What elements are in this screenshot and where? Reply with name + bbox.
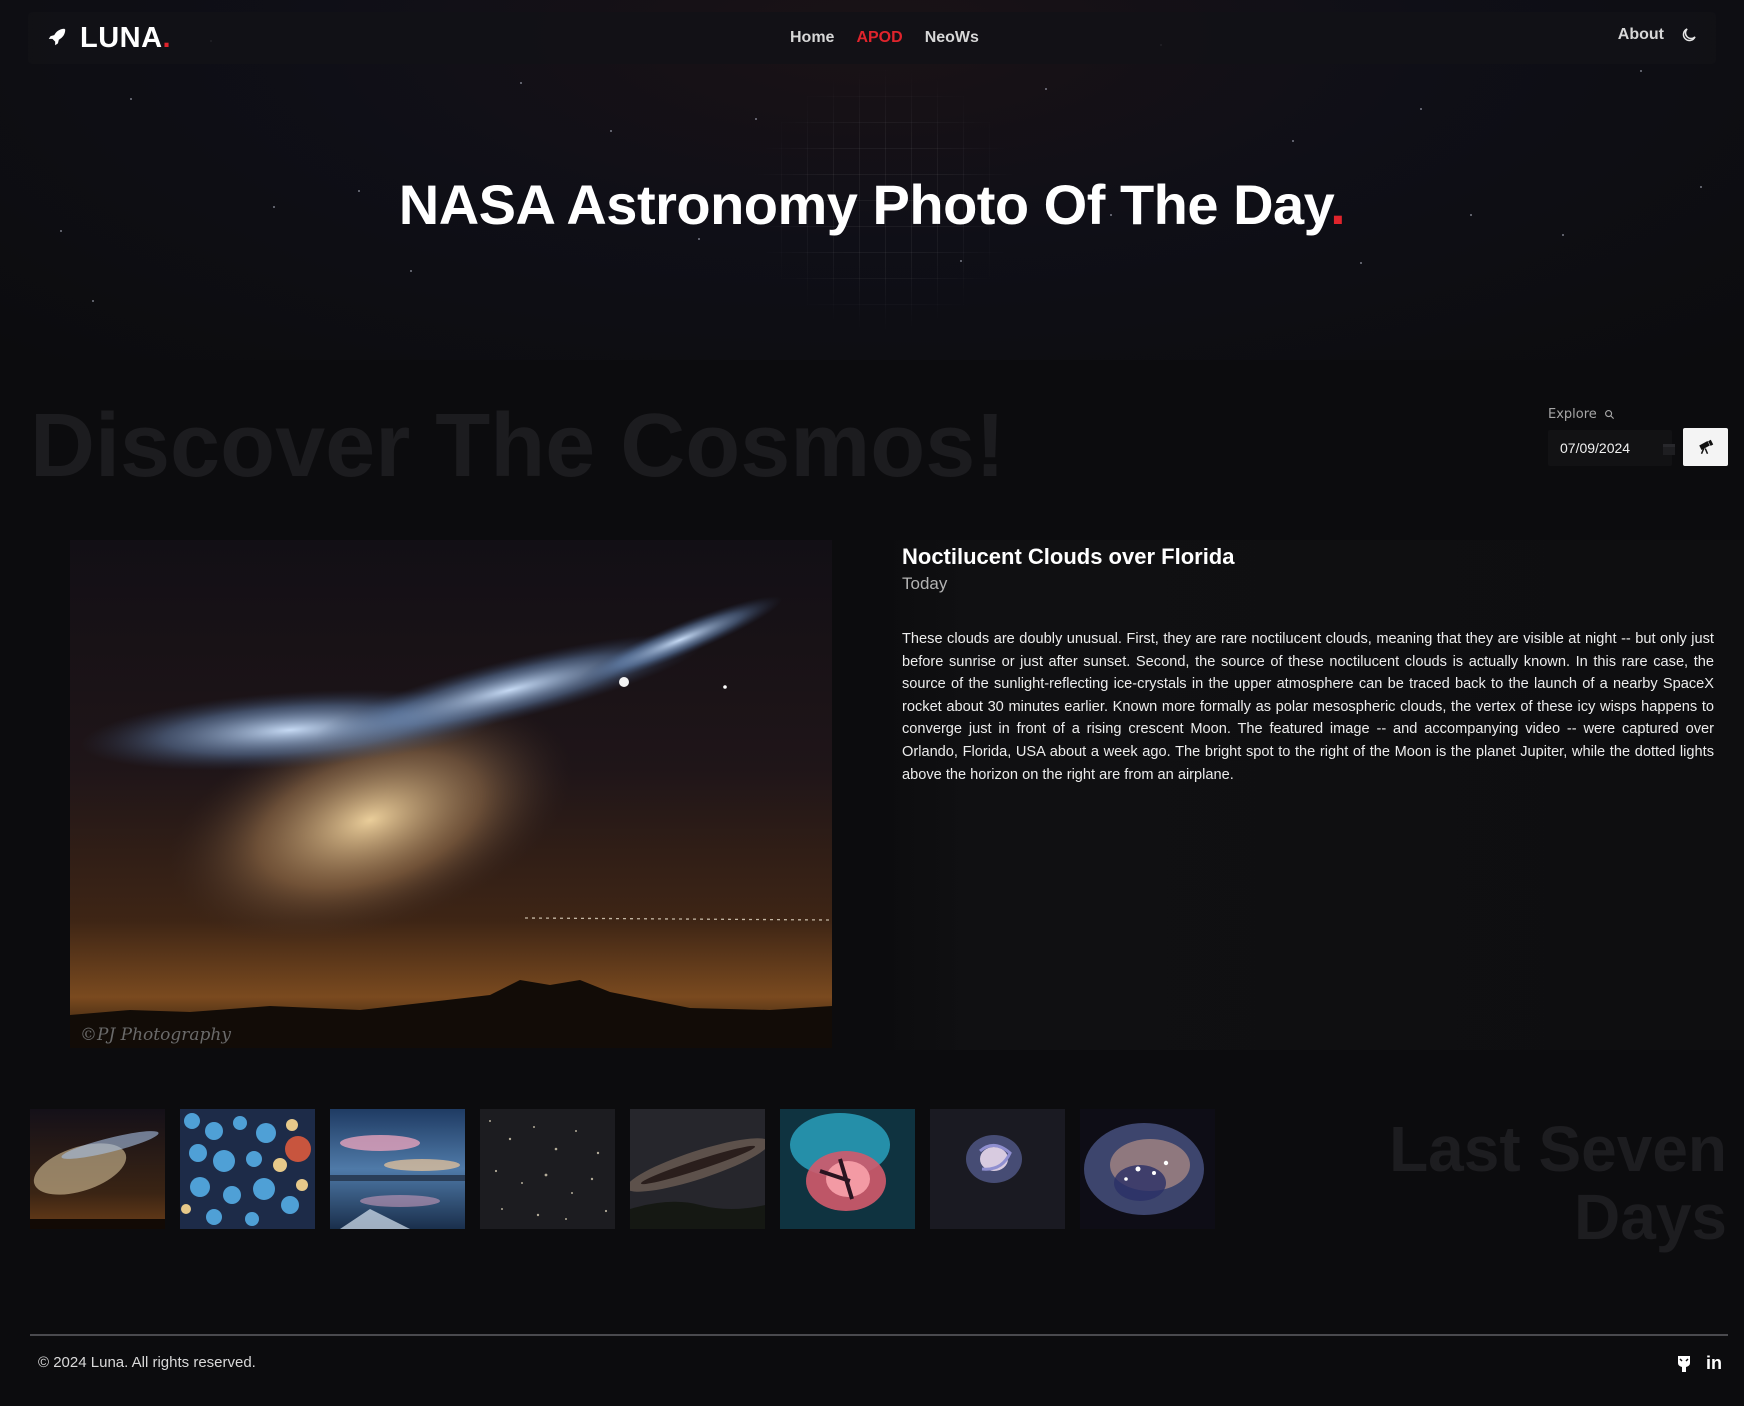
moon-icon[interactable] <box>1680 26 1698 44</box>
brand-name: LUNA. <box>80 22 172 54</box>
thumbnail-day-1[interactable] <box>30 1109 165 1229</box>
thumbnail-day-5[interactable] <box>630 1109 765 1229</box>
apod-title: Noctilucent Clouds over Florida <box>902 544 1235 569</box>
nav-link-about[interactable]: About <box>1618 26 1664 44</box>
photo-watermark: ©PJ Photography <box>80 1025 231 1045</box>
thumbnail-day-3[interactable] <box>330 1109 465 1229</box>
thumbnail-day-2[interactable] <box>180 1109 315 1229</box>
nav-link-apod[interactable]: APOD <box>856 29 902 47</box>
date-field <box>1548 430 1675 466</box>
main-nav: Home APOD NeoWs <box>790 29 979 47</box>
apod-date: Today <box>902 574 948 593</box>
last-seven-days-gallery <box>30 1109 1215 1229</box>
github-icon[interactable] <box>1676 1355 1692 1373</box>
apod-description: These clouds are doubly unusual. First, … <box>902 631 1714 783</box>
nav-right: About <box>1618 26 1698 44</box>
thumbnail-day-8[interactable] <box>1080 1109 1215 1229</box>
footer-divider <box>30 1334 1728 1336</box>
thumbnail-day-7[interactable] <box>930 1109 1065 1229</box>
copyright-text: © 2024 Luna. All rights reserved. <box>38 1354 256 1371</box>
nav-link-home[interactable]: Home <box>790 29 834 47</box>
apod-text-panel <box>882 540 1744 1050</box>
discover-heading: Discover The Cosmos! <box>30 396 1006 496</box>
apod-image[interactable]: ©PJ Photography <box>70 540 832 1048</box>
telescope-icon <box>1697 438 1715 456</box>
last-seven-days-heading: Last Seven Days <box>1389 1113 1727 1253</box>
calendar-icon[interactable] <box>1662 441 1676 455</box>
rocket-icon <box>46 26 68 52</box>
thumbnail-day-4[interactable] <box>480 1109 615 1229</box>
search-icon <box>1604 409 1615 420</box>
navbar: LUNA. Home APOD NeoWs About <box>28 12 1716 64</box>
date-input[interactable] <box>1548 440 1660 456</box>
brand-logo[interactable]: LUNA. <box>46 22 171 55</box>
explore-submit-button[interactable] <box>1683 428 1728 466</box>
apod-card: ©PJ Photography <box>0 540 1744 1050</box>
thumbnail-day-6[interactable] <box>780 1109 915 1229</box>
explore-label: Explore <box>1548 407 1615 422</box>
nav-link-neows[interactable]: NeoWs <box>925 29 979 47</box>
social-links: in <box>1676 1353 1722 1374</box>
page-title: NASA Astronomy Photo Of The Day. <box>398 173 1346 236</box>
linkedin-icon[interactable]: in <box>1706 1353 1722 1374</box>
